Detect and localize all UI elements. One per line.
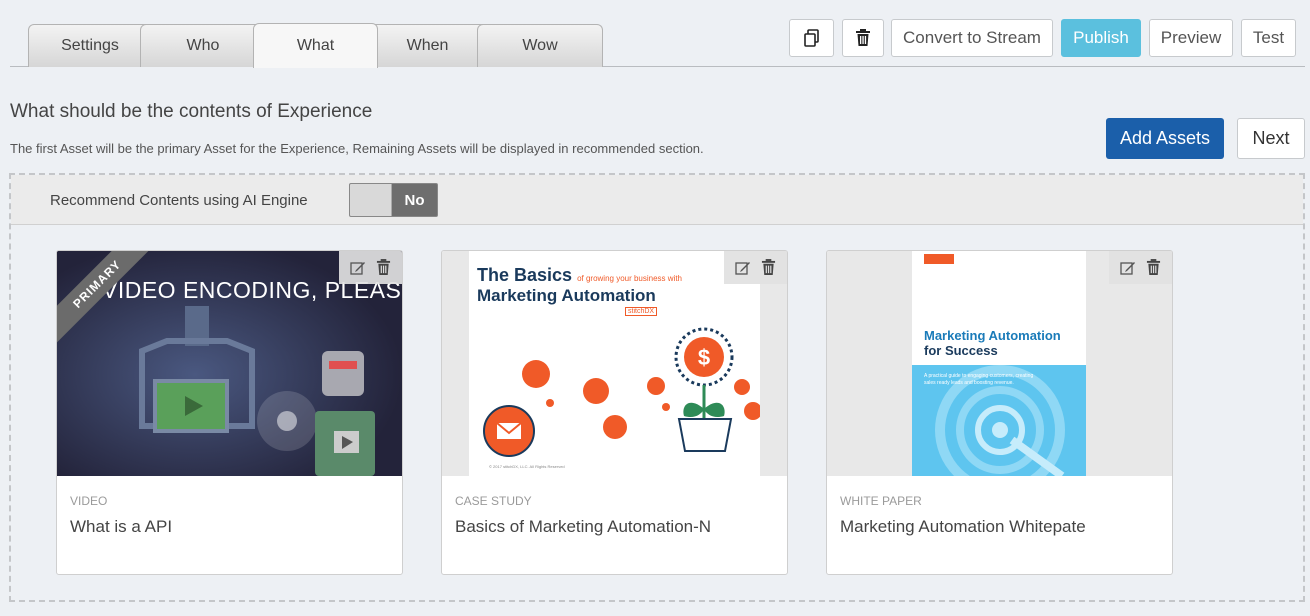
delete-button[interactable]	[842, 19, 884, 57]
page-subtitle: The first Asset will be the primary Asse…	[10, 141, 704, 156]
asset-thumbnail: Marketing Automation for Success A pract…	[827, 251, 1172, 476]
tab-label: Settings	[61, 37, 119, 54]
asset-thumbnail: VIDEO ENCODING, PLEASE WAIT PRIMARY	[57, 251, 402, 476]
card-actions	[339, 251, 402, 284]
tab-who[interactable]: Who	[140, 24, 266, 67]
tab-settings[interactable]: Settings	[28, 24, 152, 67]
next-button[interactable]: Next	[1237, 118, 1305, 159]
trash-icon[interactable]	[1146, 259, 1161, 276]
cover-title-line2: for Success	[924, 343, 998, 358]
edit-icon[interactable]	[1120, 260, 1136, 276]
page-title: What should be the contents of Experienc…	[10, 101, 373, 122]
trash-icon[interactable]	[761, 259, 776, 276]
toggle-knob	[350, 184, 392, 216]
asset-type: VIDEO	[70, 494, 108, 508]
tab-what[interactable]: What	[253, 23, 378, 68]
card-actions	[724, 251, 787, 284]
preview-button[interactable]: Preview	[1149, 19, 1233, 57]
asset-card[interactable]: VIDEO ENCODING, PLEASE WAIT PRIMARY VIDE…	[56, 250, 403, 575]
document-cover: Marketing Automation for Success A pract…	[912, 251, 1086, 476]
ai-recommend-bar: Recommend Contents using AI Engine No	[11, 175, 1303, 225]
asset-card[interactable]: Marketing Automation for Success A pract…	[826, 250, 1173, 575]
document-cover: The Basics of growing your business with…	[469, 251, 760, 476]
asset-type: WHITE PAPER	[840, 494, 922, 508]
asset-title: What is a API	[70, 517, 173, 536]
tab-label: What	[296, 37, 335, 54]
asset-title: Basics of Marketing Automation-N	[455, 517, 712, 536]
marketing-illustration: $ © 2017 stitchDX, LLC. All Rights Reser…	[483, 327, 760, 469]
toggle-value: No	[404, 191, 425, 209]
add-assets-button[interactable]: Add Assets	[1106, 118, 1224, 159]
svg-text:$: $	[698, 345, 710, 370]
cover-brand-tag	[924, 254, 954, 264]
tab-label: Wow	[522, 37, 558, 54]
card-actions	[1109, 251, 1172, 284]
test-button[interactable]: Test	[1241, 19, 1296, 57]
tab-when[interactable]: When	[365, 24, 490, 67]
edit-icon[interactable]	[350, 260, 366, 276]
copy-icon	[803, 29, 819, 47]
ai-recommend-label: Recommend Contents using AI Engine	[50, 192, 308, 209]
cover-graphic: A practical guide to engaging customers,…	[912, 365, 1086, 476]
asset-thumbnail: The Basics of growing your business with…	[442, 251, 787, 476]
asset-type: CASE STUDY	[455, 494, 532, 508]
tab-label: Who	[186, 37, 220, 54]
cover-tagline: A practical guide to engaging customers,…	[924, 373, 1034, 386]
trash-icon	[856, 29, 870, 46]
asset-card[interactable]: The Basics of growing your business with…	[441, 250, 788, 575]
tab-label: When	[406, 37, 449, 54]
cover-title-line1: Marketing Automation	[924, 328, 1061, 343]
trash-icon[interactable]	[376, 259, 391, 276]
tab-wow[interactable]: Wow	[477, 24, 603, 67]
asset-title: Marketing Automation Whitepate	[840, 517, 1086, 536]
copy-button[interactable]	[789, 19, 834, 57]
ai-recommend-toggle[interactable]: No	[349, 183, 438, 217]
edit-icon[interactable]	[735, 260, 751, 276]
convert-to-stream-button[interactable]: Convert to Stream	[891, 19, 1053, 57]
svg-text:© 2017 stitchDX, LLC. All Righ: © 2017 stitchDX, LLC. All Rights Reserve…	[489, 464, 565, 469]
publish-button[interactable]: Publish	[1061, 19, 1141, 57]
